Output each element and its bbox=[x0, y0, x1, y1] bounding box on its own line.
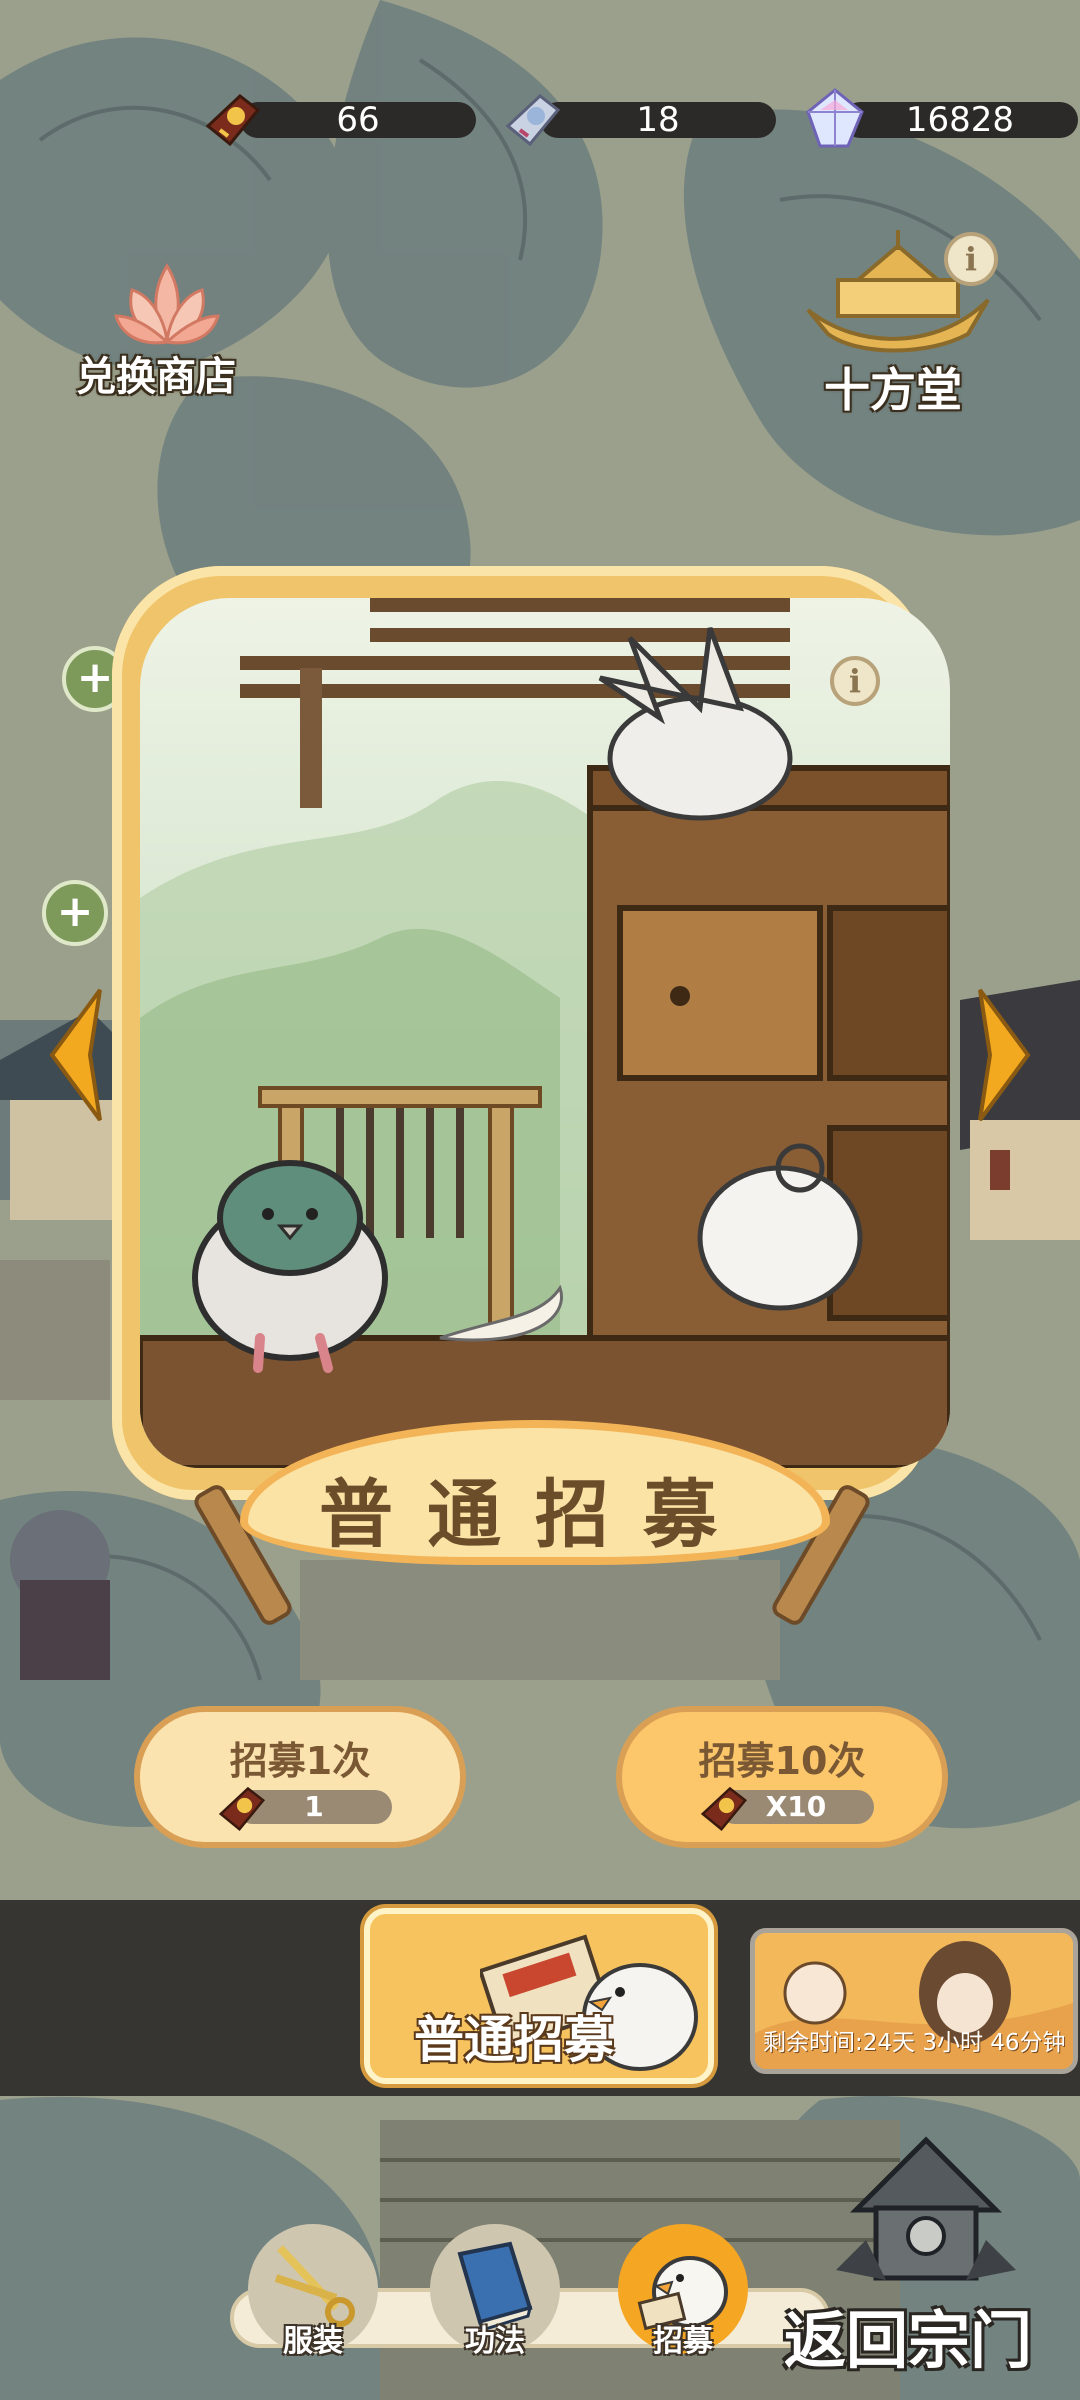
recruit-ten-label: 招募10次 bbox=[698, 1739, 866, 1783]
recruit-banner-art: i bbox=[140, 598, 950, 1468]
currency-value: 16828 bbox=[842, 102, 1078, 138]
recruit-once-label: 招募1次 bbox=[229, 1739, 371, 1783]
currency-value: 18 bbox=[540, 102, 776, 138]
crystal-icon bbox=[806, 88, 864, 148]
currency-value: 66 bbox=[240, 102, 476, 138]
recruit-token-icon bbox=[700, 1786, 748, 1832]
next-arrow-icon[interactable] bbox=[970, 980, 1040, 1130]
exchange-shop-label: 兑换商店 bbox=[76, 354, 236, 400]
currency-recruit-token: 66 bbox=[200, 94, 480, 147]
nav-skills-label: 功法 bbox=[465, 2324, 525, 2359]
banner-title: 普通招募 bbox=[319, 1472, 751, 1558]
event-remaining-time: 剩余时间:24天 3小时 46分钟 bbox=[763, 2030, 1066, 2056]
exchange-shop-button[interactable]: 兑换商店 bbox=[66, 260, 266, 400]
recruit-once-button[interactable]: 招募1次 1 bbox=[134, 1706, 466, 1848]
recruit-ten-button[interactable]: 招募10次 X10 bbox=[616, 1706, 948, 1848]
hall-info-icon[interactable]: i bbox=[944, 232, 998, 286]
map-plus-marker-2[interactable]: + bbox=[42, 880, 108, 946]
lotus-icon bbox=[113, 263, 221, 345]
nav-costume-label: 服装 bbox=[283, 2324, 343, 2359]
tab-normal-recruit-label: 普通招募 bbox=[414, 2011, 614, 2069]
currency-crystal: 16828 bbox=[802, 88, 1080, 148]
silver-token-icon bbox=[505, 94, 561, 147]
currency-silver-token: 18 bbox=[500, 94, 780, 147]
banner-info-icon[interactable]: i bbox=[830, 656, 880, 706]
prev-arrow-icon[interactable] bbox=[40, 980, 110, 1130]
nav-recruit-label: 招募 bbox=[653, 2324, 713, 2359]
return-sect-label: 返回宗门 bbox=[784, 2304, 1033, 2377]
tab-normal-recruit[interactable]: 普通招募 bbox=[364, 1908, 714, 2084]
recruit-token-icon bbox=[205, 94, 261, 147]
hall-label: 十方堂 bbox=[824, 363, 962, 417]
return-sect-button[interactable]: 返回宗门 bbox=[770, 2120, 1070, 2377]
recruit-token-icon bbox=[218, 1786, 266, 1832]
tab-event-recruit[interactable]: 剩余时间:24天 3小时 46分钟 bbox=[750, 1928, 1078, 2074]
sect-gate-icon bbox=[836, 2136, 1016, 2281]
